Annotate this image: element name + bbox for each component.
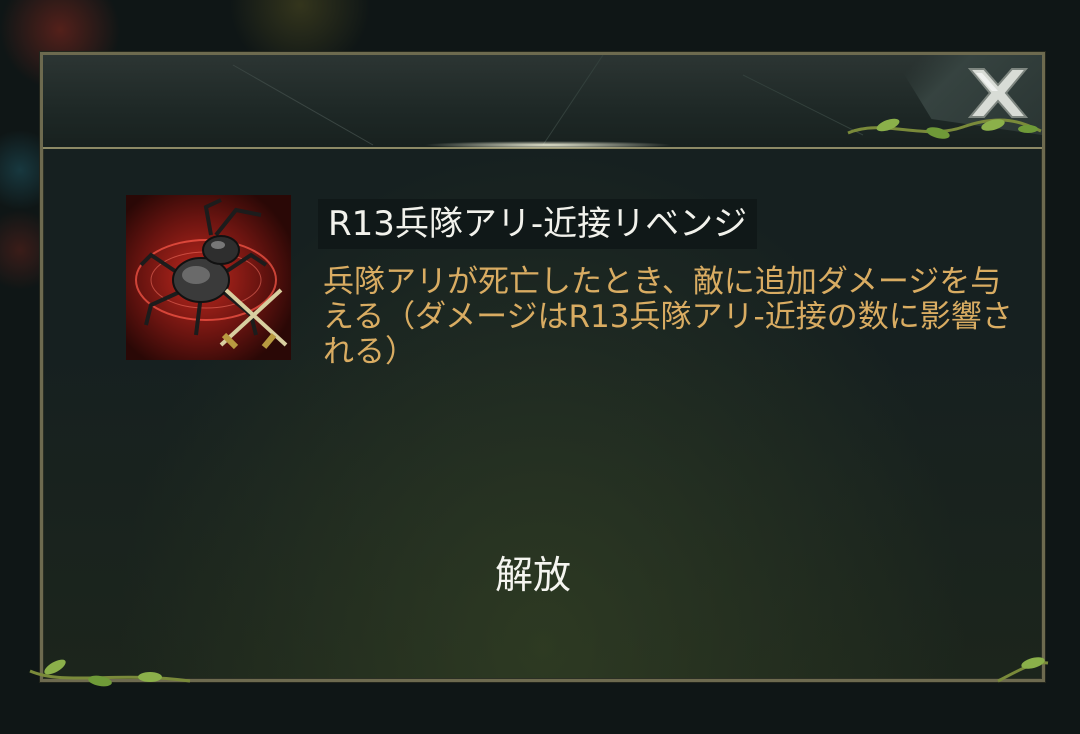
skill-description: 兵隊アリが死亡したとき、敵に追加ダメージを与える（ダメージはR13兵隊アリ-近接… — [323, 264, 1013, 370]
soldier-ant-melee-revenge-icon — [126, 195, 291, 360]
skill-title: R13兵隊アリ-近接リベンジ — [318, 199, 758, 249]
vine-decoration-bottom-right — [997, 657, 1049, 683]
vine-decoration-bottom-left — [29, 659, 191, 687]
vine-decoration-top — [847, 118, 1042, 139]
unlock-button[interactable]: 解放 — [453, 545, 613, 605]
dialog-header — [43, 55, 1042, 149]
skill-icon — [126, 195, 291, 360]
skill-dialog: R13兵隊アリ-近接リベンジ 兵隊アリが死亡したとき、敵に追加ダメージを与える（… — [29, 52, 1049, 687]
header-glow — [423, 141, 673, 149]
